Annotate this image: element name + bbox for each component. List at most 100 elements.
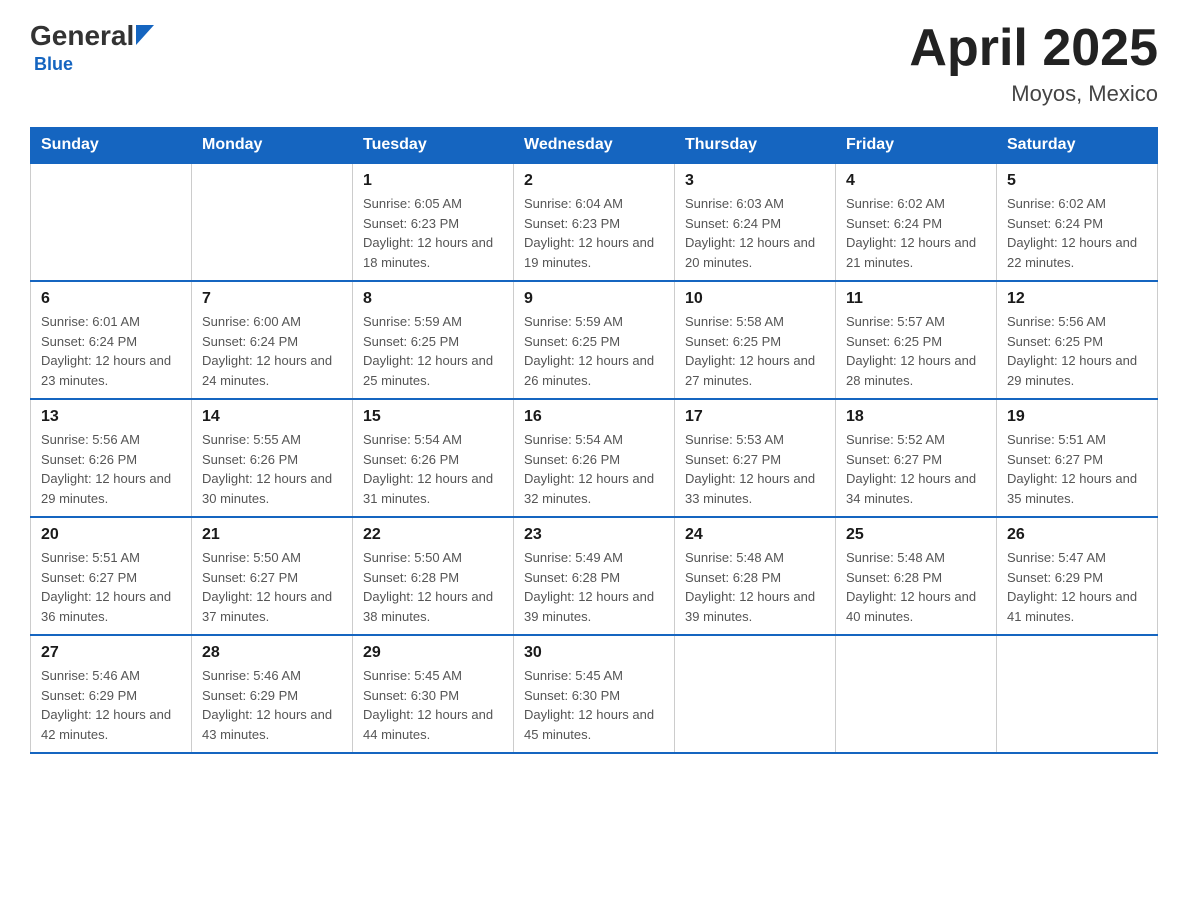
day-number: 28 bbox=[202, 644, 342, 662]
sun-info: Sunrise: 5:48 AMSunset: 6:28 PMDaylight:… bbox=[685, 548, 825, 626]
calendar-cell: 20 Sunrise: 5:51 AMSunset: 6:27 PMDayligh… bbox=[31, 517, 192, 635]
day-number: 11 bbox=[846, 290, 986, 308]
sun-info: Sunrise: 5:58 AMSunset: 6:25 PMDaylight:… bbox=[685, 312, 825, 390]
calendar-cell: 15 Sunrise: 5:54 AMSunset: 6:26 PMDayligh… bbox=[353, 399, 514, 517]
sun-info: Sunrise: 5:46 AMSunset: 6:29 PMDaylight:… bbox=[41, 666, 181, 744]
calendar-week-row: 13 Sunrise: 5:56 AMSunset: 6:26 PMDayligh… bbox=[31, 399, 1158, 517]
calendar-cell bbox=[836, 635, 997, 753]
sun-info: Sunrise: 5:48 AMSunset: 6:28 PMDaylight:… bbox=[846, 548, 986, 626]
calendar-cell bbox=[192, 163, 353, 281]
calendar-day-header: Monday bbox=[192, 128, 353, 164]
day-number: 25 bbox=[846, 526, 986, 544]
calendar-cell: 14 Sunrise: 5:55 AMSunset: 6:26 PMDayligh… bbox=[192, 399, 353, 517]
calendar-cell: 18 Sunrise: 5:52 AMSunset: 6:27 PMDayligh… bbox=[836, 399, 997, 517]
sun-info: Sunrise: 6:04 AMSunset: 6:23 PMDaylight:… bbox=[524, 194, 664, 272]
calendar-cell: 10Sunrise: 5:58 AMSunset: 6:25 PMDayligh… bbox=[675, 281, 836, 399]
calendar-cell: 17Sunrise: 5:53 AMSunset: 6:27 PMDayligh… bbox=[675, 399, 836, 517]
calendar-cell: 8 Sunrise: 5:59 AMSunset: 6:25 PMDaylight… bbox=[353, 281, 514, 399]
page-header: General Blue April 2025 Moyos, Mexico bbox=[30, 20, 1158, 107]
calendar-cell bbox=[997, 635, 1158, 753]
calendar-cell: 30 Sunrise: 5:45 AMSunset: 6:30 PMDayligh… bbox=[514, 635, 675, 753]
day-number: 27 bbox=[41, 644, 181, 662]
sun-info: Sunrise: 5:56 AMSunset: 6:25 PMDaylight:… bbox=[1007, 312, 1147, 390]
calendar-header-row: SundayMondayTuesdayWednesdayThursdayFrid… bbox=[31, 128, 1158, 164]
calendar-week-row: 6Sunrise: 6:01 AMSunset: 6:24 PMDaylight… bbox=[31, 281, 1158, 399]
day-number: 14 bbox=[202, 408, 342, 426]
calendar-week-row: 1 Sunrise: 6:05 AMSunset: 6:23 PMDaylight… bbox=[31, 163, 1158, 281]
day-number: 18 bbox=[846, 408, 986, 426]
sun-info: Sunrise: 5:57 AMSunset: 6:25 PMDaylight:… bbox=[846, 312, 986, 390]
day-number: 20 bbox=[41, 526, 181, 544]
calendar-cell: 27 Sunrise: 5:46 AMSunset: 6:29 PMDayligh… bbox=[31, 635, 192, 753]
sun-info: Sunrise: 5:53 AMSunset: 6:27 PMDaylight:… bbox=[685, 430, 825, 508]
sun-info: Sunrise: 5:51 AMSunset: 6:27 PMDaylight:… bbox=[41, 548, 181, 626]
logo: General Blue bbox=[30, 20, 154, 75]
day-number: 8 bbox=[363, 290, 503, 308]
calendar-cell: 6Sunrise: 6:01 AMSunset: 6:24 PMDaylight… bbox=[31, 281, 192, 399]
calendar-week-row: 27 Sunrise: 5:46 AMSunset: 6:29 PMDayligh… bbox=[31, 635, 1158, 753]
calendar-day-header: Tuesday bbox=[353, 128, 514, 164]
calendar-cell: 25 Sunrise: 5:48 AMSunset: 6:28 PMDayligh… bbox=[836, 517, 997, 635]
calendar-cell bbox=[31, 163, 192, 281]
sun-info: Sunrise: 5:55 AMSunset: 6:26 PMDaylight:… bbox=[202, 430, 342, 508]
calendar-cell: 5Sunrise: 6:02 AMSunset: 6:24 PMDaylight… bbox=[997, 163, 1158, 281]
day-number: 24 bbox=[685, 526, 825, 544]
day-number: 26 bbox=[1007, 526, 1147, 544]
calendar-cell: 29Sunrise: 5:45 AMSunset: 6:30 PMDayligh… bbox=[353, 635, 514, 753]
location-title: Moyos, Mexico bbox=[909, 81, 1158, 107]
calendar-cell: 11 Sunrise: 5:57 AMSunset: 6:25 PMDayligh… bbox=[836, 281, 997, 399]
sun-info: Sunrise: 5:54 AMSunset: 6:26 PMDaylight:… bbox=[363, 430, 503, 508]
sun-info: Sunrise: 5:51 AMSunset: 6:27 PMDaylight:… bbox=[1007, 430, 1147, 508]
day-number: 13 bbox=[41, 408, 181, 426]
calendar-cell: 16Sunrise: 5:54 AMSunset: 6:26 PMDayligh… bbox=[514, 399, 675, 517]
day-number: 1 bbox=[363, 172, 503, 190]
calendar-day-header: Saturday bbox=[997, 128, 1158, 164]
sun-info: Sunrise: 6:02 AMSunset: 6:24 PMDaylight:… bbox=[846, 194, 986, 272]
sun-info: Sunrise: 5:49 AMSunset: 6:28 PMDaylight:… bbox=[524, 548, 664, 626]
day-number: 22 bbox=[363, 526, 503, 544]
calendar-cell: 19 Sunrise: 5:51 AMSunset: 6:27 PMDayligh… bbox=[997, 399, 1158, 517]
calendar-day-header: Sunday bbox=[31, 128, 192, 164]
calendar-day-header: Friday bbox=[836, 128, 997, 164]
day-number: 9 bbox=[524, 290, 664, 308]
day-number: 23 bbox=[524, 526, 664, 544]
calendar-cell: 9 Sunrise: 5:59 AMSunset: 6:25 PMDaylight… bbox=[514, 281, 675, 399]
calendar-cell: 4 Sunrise: 6:02 AMSunset: 6:24 PMDaylight… bbox=[836, 163, 997, 281]
day-number: 21 bbox=[202, 526, 342, 544]
sun-info: Sunrise: 5:45 AMSunset: 6:30 PMDaylight:… bbox=[363, 666, 503, 744]
sun-info: Sunrise: 5:50 AMSunset: 6:27 PMDaylight:… bbox=[202, 548, 342, 626]
calendar-cell: 12Sunrise: 5:56 AMSunset: 6:25 PMDayligh… bbox=[997, 281, 1158, 399]
calendar-cell: 26 Sunrise: 5:47 AMSunset: 6:29 PMDayligh… bbox=[997, 517, 1158, 635]
calendar-cell: 21 Sunrise: 5:50 AMSunset: 6:27 PMDayligh… bbox=[192, 517, 353, 635]
sun-info: Sunrise: 6:03 AMSunset: 6:24 PMDaylight:… bbox=[685, 194, 825, 272]
calendar-cell: 28 Sunrise: 5:46 AMSunset: 6:29 PMDayligh… bbox=[192, 635, 353, 753]
sun-info: Sunrise: 6:05 AMSunset: 6:23 PMDaylight:… bbox=[363, 194, 503, 272]
sun-info: Sunrise: 6:01 AMSunset: 6:24 PMDaylight:… bbox=[41, 312, 181, 390]
sun-info: Sunrise: 5:54 AMSunset: 6:26 PMDaylight:… bbox=[524, 430, 664, 508]
calendar-cell: 22 Sunrise: 5:50 AMSunset: 6:28 PMDayligh… bbox=[353, 517, 514, 635]
month-year-title: April 2025 bbox=[909, 20, 1158, 77]
day-number: 19 bbox=[1007, 408, 1147, 426]
sun-info: Sunrise: 5:59 AMSunset: 6:25 PMDaylight:… bbox=[363, 312, 503, 390]
sun-info: Sunrise: 5:46 AMSunset: 6:29 PMDaylight:… bbox=[202, 666, 342, 744]
sun-info: Sunrise: 5:50 AMSunset: 6:28 PMDaylight:… bbox=[363, 548, 503, 626]
logo-general-text: General bbox=[30, 20, 134, 52]
sun-info: Sunrise: 6:02 AMSunset: 6:24 PMDaylight:… bbox=[1007, 194, 1147, 272]
day-number: 15 bbox=[363, 408, 503, 426]
sun-info: Sunrise: 5:56 AMSunset: 6:26 PMDaylight:… bbox=[41, 430, 181, 508]
calendar-cell: 13 Sunrise: 5:56 AMSunset: 6:26 PMDayligh… bbox=[31, 399, 192, 517]
day-number: 3 bbox=[685, 172, 825, 190]
sun-info: Sunrise: 5:52 AMSunset: 6:27 PMDaylight:… bbox=[846, 430, 986, 508]
calendar-cell bbox=[675, 635, 836, 753]
sun-info: Sunrise: 5:45 AMSunset: 6:30 PMDaylight:… bbox=[524, 666, 664, 744]
day-number: 4 bbox=[846, 172, 986, 190]
calendar-day-header: Wednesday bbox=[514, 128, 675, 164]
sun-info: Sunrise: 5:59 AMSunset: 6:25 PMDaylight:… bbox=[524, 312, 664, 390]
calendar-cell: 2Sunrise: 6:04 AMSunset: 6:23 PMDaylight… bbox=[514, 163, 675, 281]
sun-info: Sunrise: 6:00 AMSunset: 6:24 PMDaylight:… bbox=[202, 312, 342, 390]
sun-info: Sunrise: 5:47 AMSunset: 6:29 PMDaylight:… bbox=[1007, 548, 1147, 626]
calendar-table: SundayMondayTuesdayWednesdayThursdayFrid… bbox=[30, 127, 1158, 754]
calendar-cell: 24 Sunrise: 5:48 AMSunset: 6:28 PMDayligh… bbox=[675, 517, 836, 635]
logo-arrow-icon bbox=[136, 25, 154, 50]
day-number: 30 bbox=[524, 644, 664, 662]
